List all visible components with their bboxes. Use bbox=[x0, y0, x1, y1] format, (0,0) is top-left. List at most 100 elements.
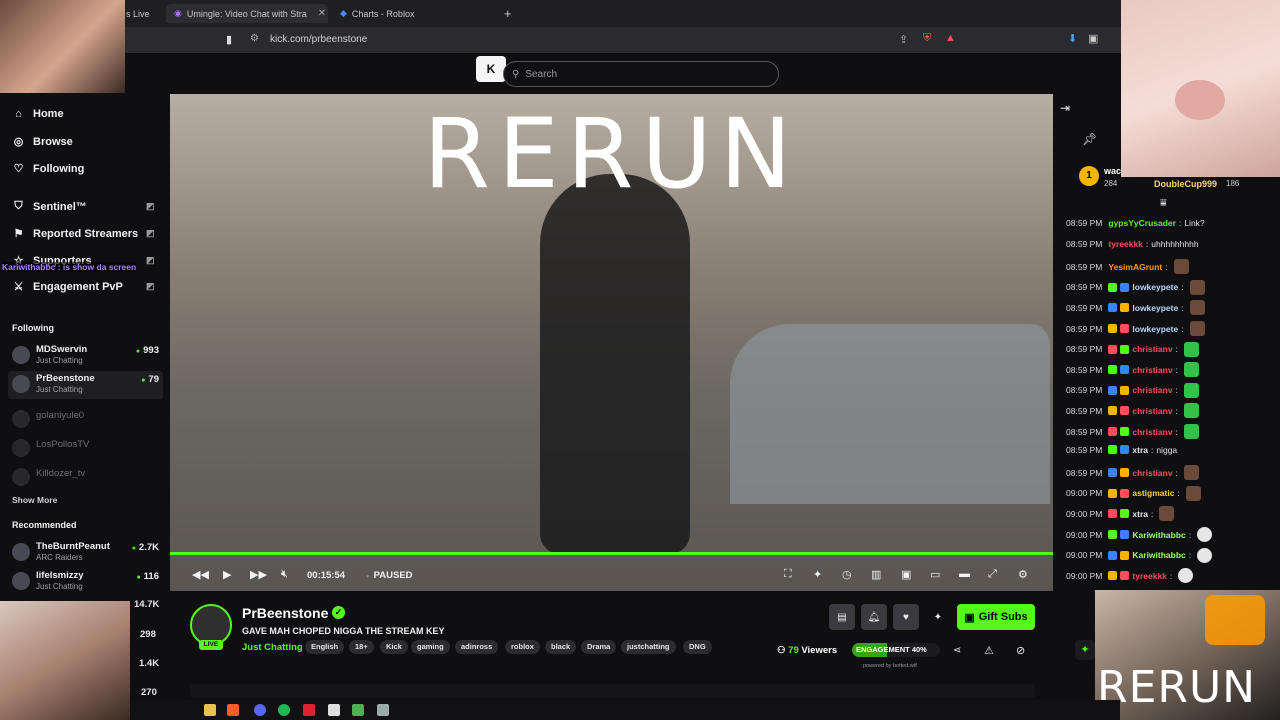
streamer-name[interactable]: PrBeenstone bbox=[242, 605, 328, 621]
chat-username[interactable]: Kariwithabbc bbox=[1132, 530, 1185, 540]
chat-username[interactable]: christianv bbox=[1132, 427, 1172, 437]
chat-message[interactable]: 09:00 PM Kariwithabbc: bbox=[1066, 547, 1213, 563]
gift-subs-button[interactable]: ▣ Gift Subs bbox=[957, 604, 1035, 630]
spotify-icon[interactable] bbox=[278, 704, 290, 716]
tag[interactable]: black bbox=[545, 640, 577, 654]
browser-tab-active[interactable]: ◉ Umingle: Video Chat with Stra ✕ bbox=[166, 4, 328, 23]
tag[interactable]: adinross bbox=[455, 640, 499, 654]
video-progress-bar[interactable] bbox=[170, 552, 1053, 555]
chat-message[interactable]: 09:00 PM astigmatic: bbox=[1066, 485, 1201, 501]
url-field[interactable]: kick.com/prbeenstone bbox=[270, 34, 367, 45]
chat-username[interactable]: xtra bbox=[1132, 445, 1148, 455]
nav-engagement-pvp[interactable]: ⚔ Engagement PvP ◩ bbox=[12, 280, 162, 294]
tag[interactable]: 18+ bbox=[349, 640, 374, 654]
followed-channel-offline[interactable]: golaniyule0 bbox=[8, 406, 163, 434]
pin-icon[interactable]: ◩ bbox=[146, 281, 155, 292]
chat-username[interactable]: lowkeypete bbox=[1132, 324, 1178, 334]
chat-username[interactable]: christianv bbox=[1132, 344, 1172, 354]
chat-username[interactable]: tyreekkk bbox=[1108, 239, 1143, 249]
notepad-icon[interactable] bbox=[328, 704, 340, 716]
bookmark-icon[interactable]: ▮ bbox=[226, 33, 232, 46]
share-icon[interactable]: ⋖ bbox=[953, 645, 961, 656]
followed-channel-offline[interactable]: Killdozer_tv bbox=[8, 464, 163, 492]
chat-username[interactable]: christianv bbox=[1132, 365, 1172, 375]
close-icon[interactable]: ✕ bbox=[161, 8, 162, 19]
app-icon[interactable] bbox=[377, 704, 389, 716]
stats-icon[interactable]: ▥ bbox=[871, 568, 881, 581]
history-icon[interactable]: ◷ bbox=[842, 568, 852, 581]
show-more-link[interactable]: Show More bbox=[12, 495, 57, 505]
stream-category[interactable]: Just Chatting bbox=[242, 642, 303, 653]
tag[interactable]: English bbox=[305, 640, 345, 654]
recommended-channel[interactable]: TheBurntPeanutARC Raiders 2.7K bbox=[8, 539, 163, 567]
tag[interactable]: justchatting bbox=[621, 640, 676, 654]
chat-message[interactable]: 09:00 PM tyreekkk: bbox=[1066, 568, 1194, 584]
settings-icon[interactable]: ⚙ bbox=[1018, 568, 1028, 581]
follow-button[interactable]: ♥ bbox=[893, 604, 919, 630]
folder-icon[interactable] bbox=[204, 704, 216, 716]
new-tab-button[interactable]: + bbox=[496, 4, 516, 23]
sparkle-button[interactable]: ✦ bbox=[925, 604, 951, 630]
browser-tab[interactable]: ◆ Charts - Roblox bbox=[332, 4, 492, 23]
chat-username[interactable]: YesimAGrunt bbox=[1108, 262, 1162, 272]
recommended-channel[interactable]: lifelsmizzyJust Chatting 116 bbox=[8, 568, 163, 596]
powered-by[interactable]: powered by botted.wtf bbox=[863, 663, 917, 669]
report-icon[interactable]: ⚠ bbox=[984, 644, 994, 657]
notification-bell-button[interactable]: 🔔︎ bbox=[861, 604, 887, 630]
chat-username[interactable]: christianv bbox=[1132, 385, 1172, 395]
followed-channel-offline[interactable]: LosPollosTV bbox=[8, 435, 163, 463]
extension-icon[interactable]: ▣ bbox=[1088, 32, 1098, 45]
pin-icon[interactable]: ◩ bbox=[146, 228, 155, 239]
collapse-chat-icon[interactable]: ⇥ bbox=[1060, 101, 1070, 115]
tag[interactable]: roblox bbox=[505, 640, 540, 654]
site-settings-icon[interactable]: ⚙ bbox=[250, 33, 259, 44]
video-player[interactable]: RERUN bbox=[170, 94, 1053, 591]
followed-channel[interactable]: PrBeenstoneJust Chatting 79 bbox=[8, 371, 163, 399]
chat-username[interactable]: Kariwithabbc bbox=[1132, 550, 1185, 560]
chat-message[interactable]: 08:59 PM lowkeypete: bbox=[1066, 321, 1205, 336]
chat-message[interactable]: 08:59 PM lowkeypete: bbox=[1066, 300, 1205, 316]
play-icon[interactable]: ▶ bbox=[223, 568, 231, 581]
tag[interactable]: gaming bbox=[411, 640, 450, 654]
nav-home[interactable]: ⌂ Home bbox=[12, 108, 63, 120]
close-icon[interactable]: ✕ bbox=[318, 8, 326, 19]
chat-message[interactable]: 08:59 PM christianv: bbox=[1066, 403, 1199, 419]
miniplayer-icon[interactable]: ▭ bbox=[930, 568, 940, 581]
forward-icon[interactable]: ▶▶ bbox=[250, 568, 267, 581]
brave-shield-icon[interactable]: ⛨ bbox=[923, 32, 931, 45]
nav-sentinel[interactable]: ⛉ Sentinel™ ◩ bbox=[12, 200, 162, 213]
filter-icon[interactable]: ⩸ bbox=[1160, 197, 1167, 210]
chat-message[interactable]: 08:59 PM christianv: bbox=[1066, 465, 1199, 481]
chat-message[interactable]: 09:00 PM Kariwithabbc: bbox=[1066, 527, 1213, 542]
chat-username[interactable]: christianv bbox=[1132, 406, 1172, 416]
chat-message[interactable]: 08:59 PM xtra: nigga bbox=[1066, 445, 1177, 455]
hide-icon[interactable]: ⊘ bbox=[1016, 644, 1025, 657]
tag[interactable]: Drama bbox=[581, 640, 617, 654]
chat-message[interactable]: 08:59 PM christianv: bbox=[1066, 424, 1199, 439]
search-input[interactable]: ⚲ Search bbox=[503, 61, 779, 87]
discord-icon[interactable] bbox=[254, 704, 266, 716]
brave-icon[interactable] bbox=[227, 704, 239, 716]
chat-message[interactable]: 08:59 PM tyreekkk: uhhhhhhhhh bbox=[1066, 239, 1199, 249]
followed-channel[interactable]: MDSwervinJust Chatting 993 bbox=[8, 342, 163, 370]
chat-message[interactable]: 08:59 PM christianv: bbox=[1066, 341, 1199, 357]
chat-username[interactable]: astigmatic bbox=[1132, 488, 1174, 498]
theater-icon[interactable]: ▬ bbox=[959, 568, 970, 580]
chat-username[interactable]: lowkeypete bbox=[1132, 282, 1178, 292]
download-icon[interactable]: ⬇ bbox=[1068, 32, 1077, 45]
app-icon[interactable] bbox=[303, 704, 315, 716]
chat-message[interactable]: 08:59 PM gypsYyCrusader: Link? bbox=[1066, 218, 1205, 228]
chat-message[interactable]: 08:59 PM lowkeypete: bbox=[1066, 279, 1205, 295]
chat-message[interactable]: 09:00 PM xtra: bbox=[1066, 506, 1175, 522]
share-icon[interactable]: ⇪ bbox=[899, 33, 908, 46]
chat-username[interactable]: tyreekkk bbox=[1132, 571, 1167, 581]
pin-icon[interactable]: 📌︎ bbox=[1082, 132, 1097, 146]
nav-following[interactable]: ♡ Following bbox=[12, 162, 85, 176]
nav-reported-streamers[interactable]: ⚑ Reported Streamers ◩ bbox=[12, 227, 162, 241]
pin-icon[interactable]: ◩ bbox=[146, 255, 155, 266]
rewards-icon[interactable]: ▲ bbox=[945, 32, 956, 44]
sparkle-icon[interactable]: ✦ bbox=[813, 568, 822, 581]
chat-username[interactable]: christianv bbox=[1132, 468, 1172, 478]
tag[interactable]: DNG bbox=[683, 640, 712, 654]
chat-username[interactable]: xtra bbox=[1132, 509, 1148, 519]
